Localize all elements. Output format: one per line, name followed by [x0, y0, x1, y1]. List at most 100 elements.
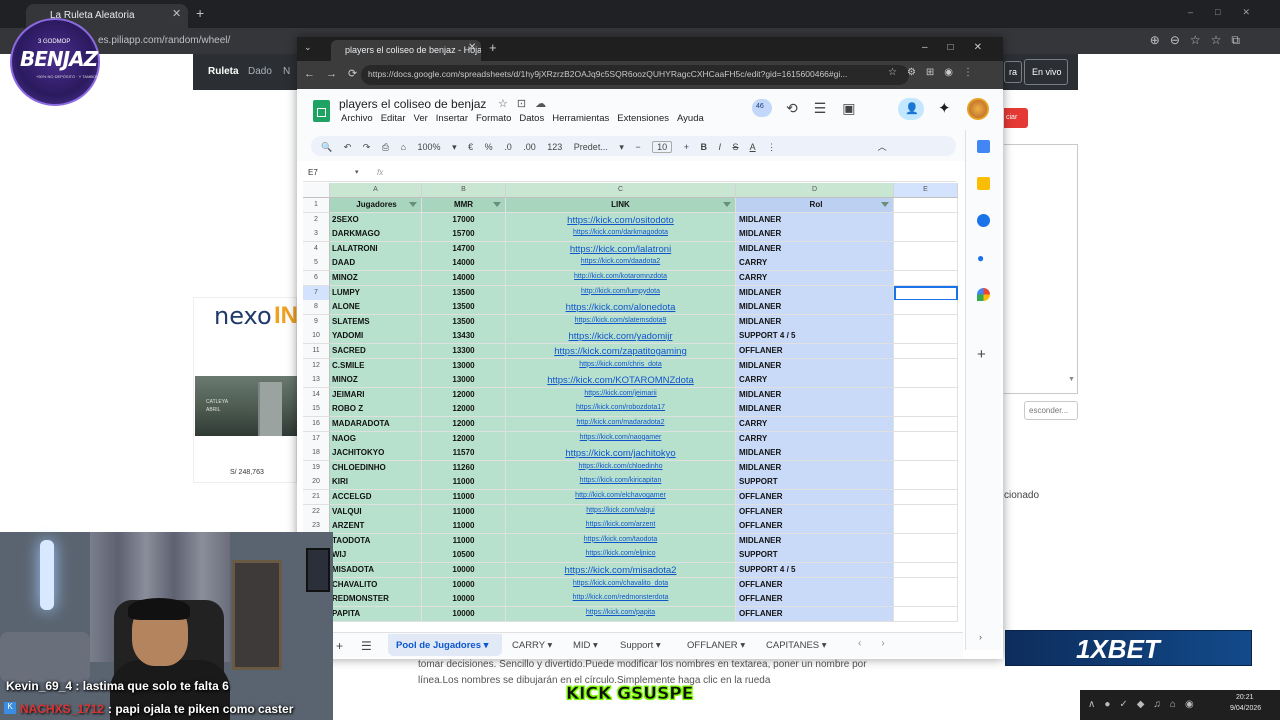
filter-icon[interactable]	[881, 202, 889, 207]
cell-link[interactable]: http://kick.com/elchavogamer	[506, 490, 736, 505]
cell-player[interactable]: MINOZ	[330, 373, 422, 389]
percent-button[interactable]: %	[485, 142, 493, 152]
header-mmr[interactable]: MMR	[422, 198, 506, 213]
cell-link[interactable]: https://kick.com/chloedinho	[506, 460, 736, 476]
cell-e[interactable]	[894, 475, 958, 491]
cell-role[interactable]: MIDLANER	[736, 212, 894, 228]
cell-e[interactable]	[894, 533, 958, 549]
tab-search-icon[interactable]: ⌄	[304, 42, 312, 53]
cell-player[interactable]: VALQUI	[330, 504, 422, 520]
header-jugadores[interactable]: Jugadores	[330, 198, 422, 213]
cell-role[interactable]: MIDLANER	[736, 446, 894, 462]
row-number[interactable]: 7	[303, 285, 330, 301]
cell-player[interactable]: ARZENT	[330, 519, 422, 535]
cell-link[interactable]: http://kick.com/lumpydota	[506, 285, 736, 301]
cell-e[interactable]	[894, 344, 958, 359]
bg-address-bar[interactable]: es.piliapp.com/random/wheel/	[98, 35, 230, 46]
column-header-c[interactable]: C	[506, 183, 736, 198]
hide-button[interactable]: esconder...	[1024, 401, 1078, 420]
italic-button[interactable]: I	[719, 142, 722, 152]
new-tab-icon[interactable]: +	[196, 5, 204, 21]
cell-link[interactable]: https://kick.com/kiricapitan	[506, 475, 736, 491]
live-button[interactable]: En vivo	[1024, 59, 1068, 85]
cell-mmr[interactable]: 14000	[422, 256, 506, 272]
cell-role[interactable]: MIDLANER	[736, 402, 894, 418]
cell-role[interactable]: OFFLANER	[736, 519, 894, 535]
cell-mmr[interactable]: 11000	[422, 533, 506, 549]
cell-e[interactable]	[894, 490, 958, 505]
cell-role[interactable]: CARRY	[736, 431, 894, 447]
cell-role[interactable]: MIDLANER	[736, 533, 894, 549]
sheet-tab-carry[interactable]: CARRY ▾	[512, 640, 552, 651]
sheet-tab-mid[interactable]: MID ▾	[573, 640, 598, 651]
cell-e[interactable]	[894, 504, 958, 520]
cell-player[interactable]: YADOMI	[330, 329, 422, 345]
cell-link[interactable]: https://kick.com/daadota2	[506, 256, 736, 272]
sheet-tab-capitanes[interactable]: CAPITANES ▾	[766, 640, 827, 651]
new-tab-icon[interactable]: +	[489, 40, 497, 55]
cell-role[interactable]: SUPPORT	[736, 548, 894, 564]
chevron-down-icon[interactable]: ▾	[452, 142, 457, 152]
more-icon[interactable]: ⋮	[767, 142, 776, 152]
cell-mmr[interactable]: 15700	[422, 227, 506, 243]
contacts-icon[interactable]: ●	[977, 251, 990, 265]
cell-role[interactable]: OFFLANER	[736, 490, 894, 505]
cell-player[interactable]: NAOG	[330, 431, 422, 447]
cell-mmr[interactable]: 13500	[422, 314, 506, 330]
cell-role[interactable]: CARRY	[736, 373, 894, 389]
header-link[interactable]: LINK	[506, 198, 736, 213]
cell-e[interactable]	[894, 227, 958, 243]
tray-icons[interactable]: ∧●✓◆♫⌂◉	[1088, 699, 1203, 710]
maps-icon[interactable]	[977, 288, 990, 301]
print-icon[interactable]: ⎙	[382, 142, 389, 152]
cell-link[interactable]: https://kick.com/lalatroni	[506, 241, 736, 257]
cell-role[interactable]: MIDLANER	[736, 300, 894, 316]
cell-mmr[interactable]: 13300	[422, 344, 506, 359]
cell-e[interactable]	[894, 212, 958, 228]
cell-link[interactable]: https://kick.com/valqui	[506, 504, 736, 520]
cell-player[interactable]: SLATEMS	[330, 314, 422, 330]
cell-mmr[interactable]: 13430	[422, 329, 506, 345]
cell-mmr[interactable]: 10000	[422, 606, 506, 622]
chevron-down-icon[interactable]: ▾	[355, 168, 359, 176]
all-sheets-icon[interactable]: ☰	[361, 639, 372, 653]
bg-toolbar-icons[interactable]: ⊕⊖☆☆⧉	[1150, 33, 1250, 48]
cell-e[interactable]	[894, 241, 958, 257]
strikethrough-button[interactable]: S	[733, 142, 739, 152]
cell-link[interactable]: http://kick.com/kotaromnzdota	[506, 271, 736, 286]
cell-link[interactable]: https://kick.com/taodota	[506, 533, 736, 549]
close-icon[interactable]: ✕	[172, 7, 181, 20]
column-header-e[interactable]: E	[894, 183, 958, 198]
cell-e[interactable]	[894, 519, 958, 535]
document-title[interactable]: players el coliseo de benjaz	[339, 97, 486, 111]
cell-player[interactable]: DARKMAGO	[330, 227, 422, 243]
cell-mmr[interactable]: 13500	[422, 300, 506, 316]
cell-e[interactable]	[894, 592, 958, 608]
cell-player[interactable]: LUMPY	[330, 285, 422, 301]
menu-ayuda[interactable]: Ayuda	[677, 113, 704, 124]
cell-mmr[interactable]: 11260	[422, 460, 506, 476]
cell-player[interactable]: ROBO Z	[330, 402, 422, 418]
undo-icon[interactable]: ↶	[344, 142, 352, 152]
cell-mmr[interactable]: 11000	[422, 519, 506, 535]
cell-e[interactable]	[894, 402, 958, 418]
cell-link[interactable]: https://kick.com/darkmagodota	[506, 227, 736, 243]
nav-arrows-icon[interactable]: ←→⟳	[304, 67, 368, 80]
add-sheet-icon[interactable]: +	[336, 639, 343, 653]
cell-role[interactable]: MIDLANER	[736, 314, 894, 330]
cell-link[interactable]: https://kick.com/KOTAROMNZdota	[506, 373, 736, 389]
cell-player[interactable]: WIJ	[330, 548, 422, 564]
paint-format-icon[interactable]: ⌂	[401, 142, 406, 152]
sheet-tab-support[interactable]: Support ▾	[620, 640, 661, 651]
gemini-icon[interactable]: ✦	[938, 99, 951, 117]
row-number[interactable]: 4	[303, 241, 330, 257]
nav-button[interactable]: ra	[1004, 61, 1022, 83]
cell-link[interactable]: https://kick.com/slatemsdota9	[506, 314, 736, 330]
cell-link[interactable]: https://kick.com/chavalito_dota	[506, 577, 736, 593]
cell-role[interactable]: CARRY	[736, 256, 894, 272]
cell-e[interactable]	[894, 417, 958, 432]
cell-e[interactable]	[894, 387, 958, 403]
cell-role[interactable]: MIDLANER	[736, 285, 894, 301]
cell-e[interactable]	[894, 329, 958, 345]
cell-player[interactable]: REDMONSTER	[330, 592, 422, 608]
